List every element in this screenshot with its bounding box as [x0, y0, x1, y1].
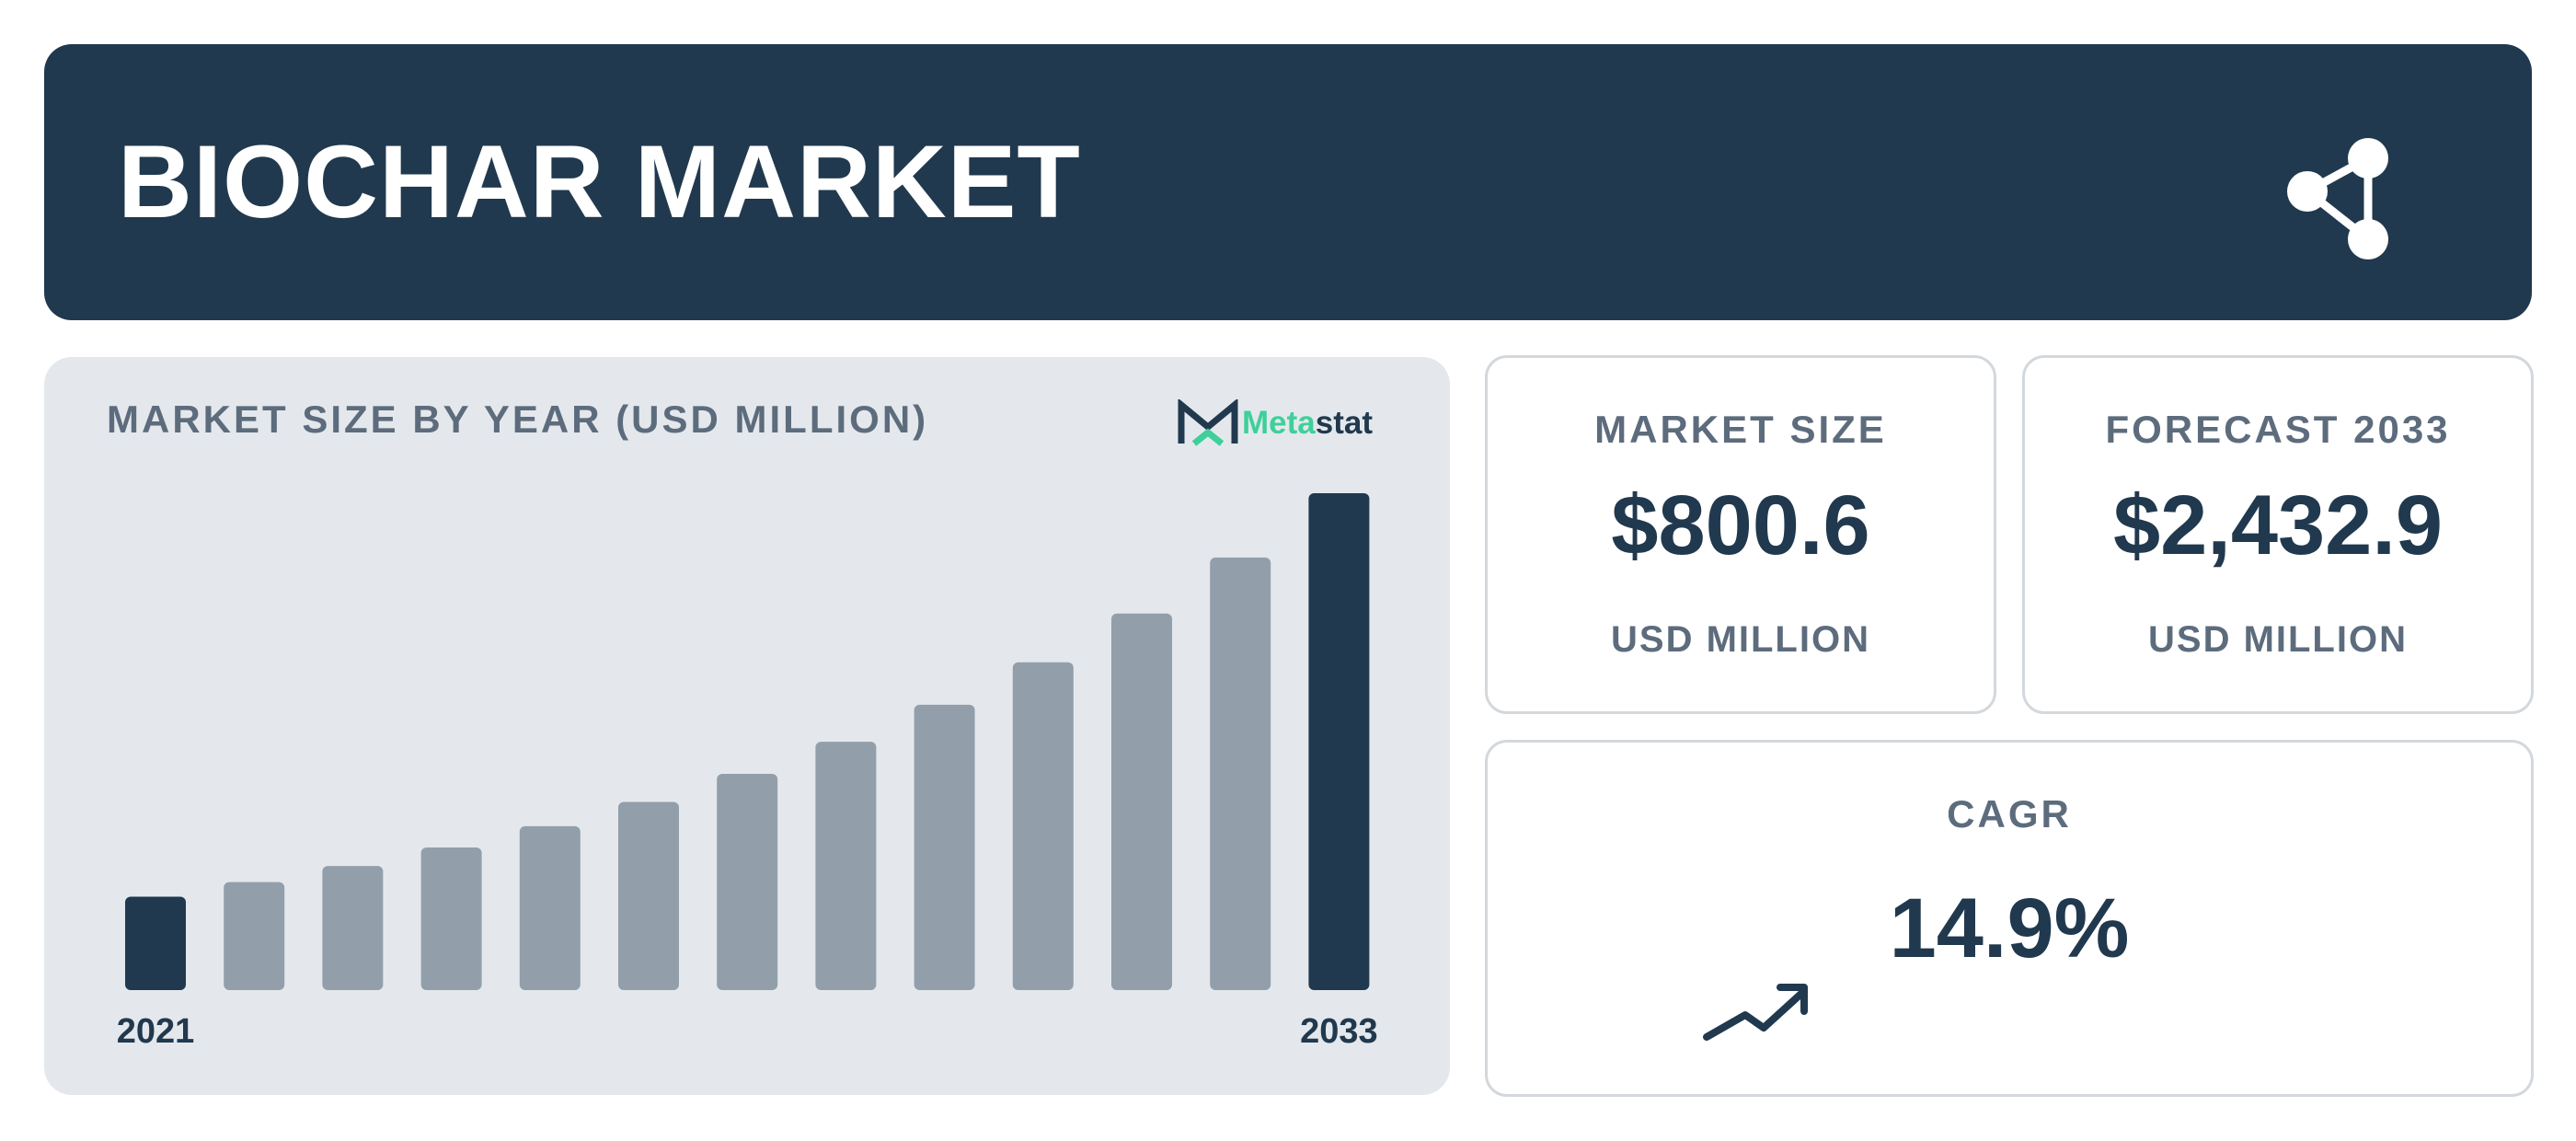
market-size-card: MARKET SIZE $800.6 USD MILLION	[1485, 355, 1996, 714]
bar-2024	[420, 847, 482, 990]
bar-2028	[815, 742, 877, 990]
bar-2022	[224, 882, 285, 990]
market-size-label: MARKET SIZE	[1594, 408, 1887, 451]
cagr-card: CAGR 14.9%	[1485, 740, 2534, 1097]
market-size-value: $800.6	[1611, 478, 1870, 572]
bar-2021	[125, 896, 186, 990]
cagr-value: 14.9%	[1889, 882, 2130, 975]
forecast-value: $2,432.9	[2112, 478, 2444, 572]
bar-2025	[519, 825, 581, 990]
header-banner: BIOCHAR MARKET	[44, 44, 2532, 320]
forecast-unit: USD MILLION	[2148, 619, 2408, 660]
bar-2029	[914, 704, 975, 990]
bar-2032	[1210, 557, 1271, 990]
bar-chart: 2021 2033	[117, 493, 1378, 1051]
trending-up-icon	[1703, 984, 1808, 1041]
market-size-chart-card: MARKET SIZE BY YEAR (USD MILLION) Metast…	[44, 357, 1450, 1095]
bar-2027	[717, 774, 778, 990]
forecast-label: FORECAST 2033	[2105, 408, 2451, 451]
bar-2030	[1012, 662, 1074, 990]
cagr-label: CAGR	[1947, 792, 2072, 836]
x-tick-label-2033: 2033	[1300, 1012, 1378, 1051]
bar-2031	[1111, 613, 1172, 990]
bar-2033	[1308, 493, 1370, 990]
bar-2026	[618, 801, 679, 990]
forecast-card: FORECAST 2033 $2,432.9 USD MILLION	[2022, 355, 2534, 714]
market-size-unit: USD MILLION	[1611, 619, 1870, 660]
share-icon[interactable]	[2271, 120, 2418, 267]
x-tick-label-2021: 2021	[117, 1012, 195, 1051]
page-title: BIOCHAR MARKET	[118, 124, 1081, 239]
bar-2023	[322, 866, 384, 990]
